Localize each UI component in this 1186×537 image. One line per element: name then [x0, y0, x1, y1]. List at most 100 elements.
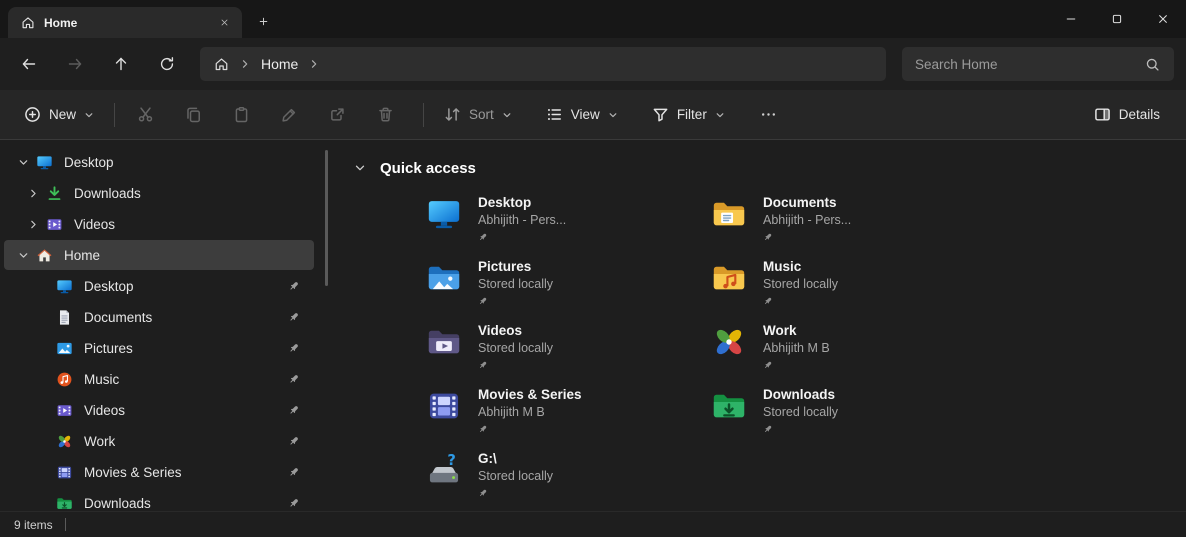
sidebar-item-work[interactable]: Work: [4, 426, 314, 456]
sidebar-item-downloads[interactable]: Downloads: [4, 488, 314, 511]
more-options-button[interactable]: [749, 97, 789, 133]
search-icon[interactable]: [1140, 52, 1164, 76]
work-icon: [711, 324, 747, 360]
pin-icon: [478, 424, 488, 434]
documents-icon: [56, 309, 73, 326]
breadcrumb-item-home[interactable]: Home: [261, 56, 298, 72]
sidebar-item-label: Desktop: [64, 155, 114, 170]
refresh-button[interactable]: [148, 47, 186, 81]
quick-access-item-music[interactable]: MusicStored locally: [711, 258, 996, 322]
chevron-right-icon[interactable]: [309, 59, 319, 69]
chevron-down-icon[interactable]: [12, 151, 34, 173]
filter-icon: [652, 106, 669, 123]
sort-label: Sort: [469, 107, 494, 122]
command-bar: New Sort View Filter: [0, 90, 1186, 140]
maximize-button[interactable]: [1094, 0, 1140, 38]
tab-home[interactable]: Home: [8, 7, 242, 38]
search-input[interactable]: [915, 57, 1140, 72]
pin-icon: [288, 311, 300, 323]
paste-icon: [233, 106, 250, 123]
chevron-down-icon[interactable]: [12, 244, 34, 266]
chevron-down-icon[interactable]: [354, 162, 366, 174]
sidebar-item-music[interactable]: Music: [4, 364, 314, 394]
rename-button[interactable]: [269, 97, 309, 133]
item-name: Documents: [763, 194, 851, 211]
details-pane-button[interactable]: Details: [1084, 97, 1170, 133]
quick-access-item-text: Movies & SeriesAbhijith M B: [478, 386, 582, 439]
home-icon[interactable]: [214, 57, 229, 72]
sidebar-item-pictures[interactable]: Pictures: [4, 333, 314, 363]
statusbar-divider: [65, 518, 66, 531]
quick-access-item-desktop[interactable]: DesktopAbhijith - Pers...: [426, 194, 711, 258]
quick-access-item-work[interactable]: WorkAbhijith M B: [711, 322, 996, 386]
paste-button[interactable]: [221, 97, 261, 133]
plus-icon: [258, 16, 269, 27]
cut-button[interactable]: [125, 97, 165, 133]
quick-access-item-documents[interactable]: DocumentsAbhijith - Pers...: [711, 194, 996, 258]
sidebar-scrollbar[interactable]: [325, 150, 328, 286]
breadcrumb-bar[interactable]: Home: [200, 47, 886, 81]
quick-access-item-text: G:\Stored locally: [478, 450, 553, 503]
forward-button[interactable]: [56, 47, 94, 81]
sidebar-item-label: Videos: [84, 403, 125, 418]
sidebar-item-label: Videos: [74, 217, 115, 232]
view-button[interactable]: View: [536, 97, 628, 133]
titlebar[interactable]: Home: [0, 0, 1186, 38]
chevron-right-icon[interactable]: [22, 182, 44, 204]
quick-access-item-downloads[interactable]: DownloadsStored locally: [711, 386, 996, 450]
share-button[interactable]: [317, 97, 357, 133]
chevron-right-icon[interactable]: [22, 213, 44, 235]
filter-button[interactable]: Filter: [642, 97, 735, 133]
quick-access-item-movies-series[interactable]: Movies & SeriesAbhijith M B: [426, 386, 711, 450]
downloads-icon: [46, 185, 63, 202]
delete-button[interactable]: [365, 97, 405, 133]
sidebar-item-videos[interactable]: Videos: [4, 209, 314, 239]
content-area: DesktopDownloadsVideosHomeDesktopDocumen…: [0, 140, 1186, 511]
tab-close-button[interactable]: [214, 13, 234, 33]
sidebar-item-desktop[interactable]: Desktop: [4, 271, 314, 301]
sidebar-item-videos[interactable]: Videos: [4, 395, 314, 425]
sidebar-item-desktop[interactable]: Desktop: [4, 147, 314, 177]
refresh-icon: [159, 56, 175, 72]
music-folder-icon: [711, 260, 747, 296]
new-plus-icon: [24, 106, 41, 123]
cut-icon: [137, 106, 154, 123]
navigation-pane: DesktopDownloadsVideosHomeDesktopDocumen…: [0, 140, 332, 511]
new-button[interactable]: New: [14, 97, 104, 133]
new-tab-button[interactable]: [250, 8, 276, 34]
view-icon: [546, 106, 563, 123]
share-icon: [329, 106, 346, 123]
up-button[interactable]: [102, 47, 140, 81]
up-icon: [113, 56, 129, 72]
sidebar-item-documents[interactable]: Documents: [4, 302, 314, 332]
copy-button[interactable]: [173, 97, 213, 133]
quick-access-item-pictures[interactable]: PicturesStored locally: [426, 258, 711, 322]
sidebar-item-home[interactable]: Home: [4, 240, 314, 270]
sort-button[interactable]: Sort: [434, 97, 522, 133]
forward-icon: [67, 56, 83, 72]
sidebar-item-movies-series[interactable]: Movies & Series: [4, 457, 314, 487]
quick-access-item-text: DocumentsAbhijith - Pers...: [763, 194, 851, 247]
pin-icon: [288, 373, 300, 385]
pin-icon: [478, 232, 488, 242]
chevron-down-icon: [84, 110, 94, 120]
videos-folder-icon: [426, 324, 462, 360]
filter-label: Filter: [677, 107, 707, 122]
close-button[interactable]: [1140, 0, 1186, 38]
item-name: Downloads: [763, 386, 838, 403]
back-button[interactable]: [10, 47, 48, 81]
sidebar-item-label: Music: [84, 372, 119, 387]
minimize-button[interactable]: [1048, 0, 1094, 38]
pin-icon: [288, 404, 300, 416]
quick-access-header[interactable]: Quick access: [354, 154, 1186, 182]
sidebar-item-downloads[interactable]: Downloads: [4, 178, 314, 208]
item-subtitle: Stored locally: [478, 468, 553, 484]
pin-icon: [763, 360, 773, 370]
quick-access-item-g[interactable]: ?G:\Stored locally: [426, 450, 711, 511]
items-count: 9 items: [14, 518, 53, 532]
back-icon: [21, 56, 37, 72]
quick-access-item-videos[interactable]: VideosStored locally: [426, 322, 711, 386]
sidebar-item-label: Work: [84, 434, 115, 449]
search-box[interactable]: [902, 47, 1174, 81]
chevron-right-icon[interactable]: [240, 59, 250, 69]
